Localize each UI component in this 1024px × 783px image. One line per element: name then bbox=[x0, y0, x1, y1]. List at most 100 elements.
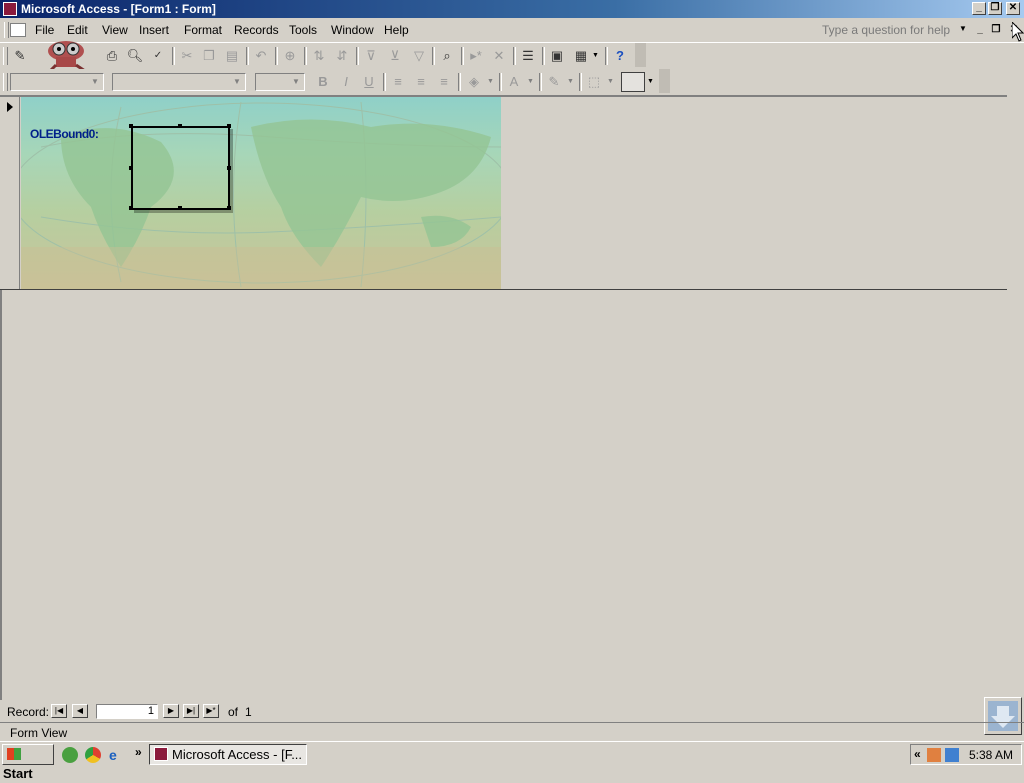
selection-handle[interactable] bbox=[227, 166, 231, 170]
record-number-input[interactable]: 1 bbox=[96, 704, 158, 719]
selection-handle[interactable] bbox=[178, 206, 182, 210]
mdi-minimize-button[interactable]: _ bbox=[974, 24, 986, 36]
font-name-combo[interactable]: ▼ bbox=[112, 73, 246, 91]
view-icon[interactable]: ✎ bbox=[11, 47, 29, 65]
bold-icon[interactable]: B bbox=[314, 73, 332, 91]
minimize-button[interactable]: _ bbox=[972, 2, 986, 15]
monitor-tray-icon[interactable] bbox=[945, 748, 959, 762]
database-window-icon[interactable]: ▣ bbox=[548, 47, 566, 65]
toolbar-separator bbox=[461, 47, 464, 65]
tray-collapse-button[interactable]: « bbox=[914, 747, 921, 761]
menu-file[interactable]: File bbox=[35, 23, 54, 37]
selection-handle[interactable] bbox=[227, 124, 231, 128]
last-record-button[interactable]: ▶| bbox=[183, 704, 199, 718]
new-object-icon[interactable]: ▦ bbox=[572, 47, 590, 65]
help-dropdown-arrow-icon[interactable]: ▼ bbox=[959, 24, 967, 33]
taskbar-access-button[interactable]: Microsoft Access - [F... bbox=[149, 744, 307, 765]
menu-tools[interactable]: Tools bbox=[289, 23, 317, 37]
line-color-icon[interactable]: ✎ bbox=[545, 73, 563, 91]
record-selector[interactable] bbox=[1, 97, 20, 289]
line-color-dropdown-icon[interactable]: ▼ bbox=[567, 78, 574, 85]
next-record-button[interactable]: ▶ bbox=[163, 704, 179, 718]
menu-grip[interactable] bbox=[4, 22, 9, 38]
sort-descending-icon[interactable]: ⇵ bbox=[333, 47, 351, 65]
spelling-icon[interactable]: ✓ bbox=[149, 47, 167, 65]
quicklaunch-overflow-button[interactable]: » bbox=[135, 745, 142, 759]
toolbar-separator bbox=[513, 47, 516, 65]
new-object-dropdown-icon[interactable]: ▼ bbox=[592, 52, 599, 59]
copy-icon[interactable]: ❐ bbox=[200, 47, 218, 65]
print-preview-icon[interactable]: 🔍︎ bbox=[126, 47, 144, 65]
toolbar-separator bbox=[432, 47, 435, 65]
fill-color-icon[interactable]: ◈ bbox=[465, 73, 483, 91]
font-color-dropdown-icon[interactable]: ▼ bbox=[527, 78, 534, 85]
font-size-combo[interactable]: ▼ bbox=[255, 73, 305, 91]
toolbar-grip[interactable] bbox=[3, 73, 8, 91]
toolbar-separator bbox=[605, 47, 608, 65]
special-effect-icon[interactable] bbox=[621, 72, 645, 92]
menu-edit[interactable]: Edit bbox=[67, 23, 88, 37]
new-record-icon[interactable]: ▸* bbox=[467, 47, 485, 65]
selection-handle[interactable] bbox=[129, 206, 133, 210]
fill-color-dropdown-icon[interactable]: ▼ bbox=[487, 78, 494, 85]
new-record-nav-button[interactable]: ▶* bbox=[203, 704, 219, 718]
selection-handle[interactable] bbox=[178, 124, 182, 128]
menu-insert[interactable]: Insert bbox=[139, 23, 169, 37]
menu-window[interactable]: Window bbox=[331, 23, 374, 37]
font-color-icon[interactable]: A bbox=[505, 73, 523, 91]
selection-handle[interactable] bbox=[129, 166, 133, 170]
workspace-border bbox=[0, 290, 2, 700]
form-control-menu-icon[interactable] bbox=[10, 23, 26, 37]
start-button[interactable]: Start bbox=[2, 744, 54, 781]
network-tray-icon[interactable] bbox=[927, 748, 941, 762]
selection-handle[interactable] bbox=[129, 124, 133, 128]
underline-icon[interactable]: U bbox=[360, 73, 378, 91]
ole-bound-object-frame[interactable] bbox=[131, 126, 230, 210]
ask-question-box[interactable]: Type a question for help bbox=[822, 21, 972, 39]
close-button[interactable]: ✕ bbox=[1006, 2, 1020, 15]
filter-by-form-icon[interactable]: ⊻ bbox=[386, 47, 404, 65]
help-icon[interactable]: ? bbox=[611, 47, 629, 65]
toolbar-options-icon[interactable] bbox=[635, 43, 646, 67]
window-title: Microsoft Access - [Form1 : Form] bbox=[21, 2, 216, 16]
menu-records[interactable]: Records bbox=[234, 23, 279, 37]
toolbar-options-icon[interactable] bbox=[659, 69, 670, 93]
line-width-icon[interactable]: ⬚ bbox=[585, 73, 603, 91]
first-record-button[interactable]: |◀ bbox=[51, 704, 67, 718]
apply-filter-icon[interactable]: ▽ bbox=[410, 47, 428, 65]
print-icon[interactable]: ⎙ bbox=[103, 47, 121, 65]
center-icon[interactable]: ≡ bbox=[412, 73, 430, 91]
hyperlink-icon[interactable]: ⊕ bbox=[281, 47, 299, 65]
system-tray: « 5:38 AM bbox=[910, 744, 1022, 765]
object-combo[interactable]: ▼ bbox=[10, 73, 104, 91]
sort-ascending-icon[interactable]: ⇅ bbox=[310, 47, 328, 65]
undo-icon[interactable]: ↶ bbox=[252, 47, 270, 65]
toolbar-separator bbox=[172, 47, 175, 65]
filter-by-selection-icon[interactable]: ⊽ bbox=[362, 47, 380, 65]
form-detail-section bbox=[21, 97, 501, 289]
chrome-quicklaunch-icon[interactable] bbox=[85, 747, 101, 763]
taskbar-access-label: Microsoft Access - [F... bbox=[172, 747, 303, 762]
access-app-icon[interactable] bbox=[3, 2, 17, 16]
menu-view[interactable]: View bbox=[102, 23, 128, 37]
ie-quicklaunch-icon[interactable]: e bbox=[109, 747, 125, 763]
toolbar-grip[interactable] bbox=[3, 47, 8, 65]
clock[interactable]: 5:38 AM bbox=[969, 748, 1013, 762]
special-effect-dropdown-icon[interactable]: ▼ bbox=[647, 78, 654, 85]
delete-record-icon[interactable]: ✕ bbox=[490, 47, 508, 65]
italic-icon[interactable]: I bbox=[337, 73, 355, 91]
line-width-dropdown-icon[interactable]: ▼ bbox=[607, 78, 614, 85]
menu-help[interactable]: Help bbox=[384, 23, 409, 37]
mdi-restore-button[interactable]: ❐ bbox=[990, 24, 1002, 36]
menu-format[interactable]: Format bbox=[184, 23, 222, 37]
find-icon[interactable]: ⌕ bbox=[438, 47, 456, 65]
show-desktop-quicklaunch-icon[interactable] bbox=[62, 747, 78, 763]
align-right-icon[interactable]: ≡ bbox=[435, 73, 453, 91]
selection-handle[interactable] bbox=[227, 206, 231, 210]
properties-icon[interactable]: ☰ bbox=[519, 47, 537, 65]
paste-icon[interactable]: ▤ bbox=[223, 47, 241, 65]
align-left-icon[interactable]: ≡ bbox=[389, 73, 407, 91]
previous-record-button[interactable]: ◀ bbox=[72, 704, 88, 718]
cut-icon[interactable]: ✂ bbox=[178, 47, 196, 65]
restore-button[interactable]: ❐ bbox=[988, 2, 1002, 15]
